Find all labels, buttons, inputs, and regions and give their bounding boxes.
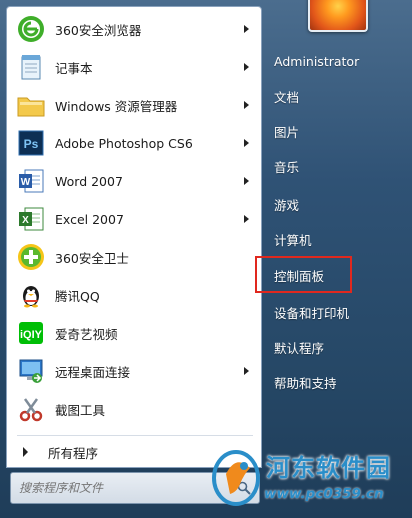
all-programs-label: 所有程序: [48, 445, 99, 461]
photoshop-icon: Ps: [15, 127, 47, 159]
submenu-arrow-icon[interactable]: [244, 367, 249, 375]
right-item-label: 计算机: [274, 232, 312, 248]
program-item-word[interactable]: W Word 2007: [9, 163, 259, 199]
submenu-arrow-icon[interactable]: [244, 101, 249, 109]
program-item-360-safe[interactable]: 360安全卫士: [9, 239, 259, 275]
programs-panel: 360安全浏览器 记事本 Windows 资源管理器 Ps Adobe Phot…: [6, 6, 262, 468]
submenu-arrow-icon[interactable]: [244, 25, 249, 33]
right-item-help-support[interactable]: 帮助和支持: [266, 368, 406, 396]
right-item-label: 游戏: [274, 197, 300, 213]
360-browser-icon: [15, 13, 47, 45]
right-item-label: 帮助和支持: [274, 375, 337, 391]
svg-text:iQIY: iQIY: [20, 329, 43, 341]
right-item-label: 图片: [274, 124, 300, 140]
svg-text:Ps: Ps: [24, 137, 39, 151]
remote-desktop-icon: [15, 355, 47, 387]
right-item-computer[interactable]: 计算机: [266, 225, 406, 253]
search-input[interactable]: [17, 478, 221, 498]
watermark: 河东软件园 www.pc0359.cn: [208, 440, 412, 518]
right-item-games[interactable]: 游戏: [266, 190, 406, 218]
right-item-label: 文档: [274, 89, 300, 105]
right-item-label: 设备和打印机: [274, 305, 350, 321]
submenu-arrow-icon[interactable]: [244, 139, 249, 147]
svg-text:W: W: [21, 177, 31, 188]
right-item-label: 音乐: [274, 159, 300, 175]
word-icon: W: [15, 165, 47, 197]
program-label: 爱奇艺视频: [55, 326, 118, 342]
explorer-folder-icon: [15, 89, 47, 121]
right-item-default-programs[interactable]: 默认程序: [266, 333, 406, 361]
scissors-icon: [15, 393, 47, 425]
program-label: 360安全浏览器: [55, 22, 142, 38]
program-item-remote-desktop[interactable]: 远程桌面连接: [9, 353, 259, 389]
right-item-devices-printers[interactable]: 设备和打印机: [266, 298, 406, 326]
user-avatar[interactable]: [308, 0, 368, 32]
program-label: 记事本: [55, 60, 93, 76]
submenu-arrow-icon[interactable]: [244, 63, 249, 71]
submenu-arrow-icon[interactable]: [244, 215, 249, 223]
program-item-explorer[interactable]: Windows 资源管理器: [9, 87, 259, 123]
program-item-360-browser[interactable]: 360安全浏览器: [9, 11, 259, 47]
iqiyi-icon: iQIY: [15, 317, 47, 349]
right-item-administrator[interactable]: Administrator: [266, 47, 406, 75]
right-item-pictures[interactable]: 图片: [266, 117, 406, 145]
program-label: 截图工具: [55, 402, 106, 418]
excel-icon: X: [15, 203, 47, 235]
program-item-excel[interactable]: X Excel 2007: [9, 201, 259, 237]
program-label: Adobe Photoshop CS6: [55, 135, 193, 151]
program-item-snipping-tool[interactable]: 截图工具: [9, 391, 259, 427]
right-item-label: 默认程序: [274, 340, 325, 356]
watermark-logo-icon: [212, 450, 260, 506]
qq-penguin-icon: [15, 279, 47, 311]
program-item-photoshop[interactable]: Ps Adobe Photoshop CS6: [9, 125, 259, 161]
program-label: 腾讯QQ: [55, 288, 100, 304]
watermark-url: www.pc0359.cn: [264, 486, 384, 502]
expand-arrow-icon: [23, 447, 28, 457]
360-safe-icon: [15, 241, 47, 273]
program-label: 远程桌面连接: [55, 364, 131, 380]
program-label: Windows 资源管理器: [55, 98, 178, 114]
program-item-iqiyi[interactable]: iQIY 爱奇艺视频: [9, 315, 259, 351]
svg-text:X: X: [22, 215, 29, 226]
start-menu: 360安全浏览器 记事本 Windows 资源管理器 Ps Adobe Phot…: [0, 0, 412, 518]
program-item-qq[interactable]: 腾讯QQ: [9, 277, 259, 313]
right-item-label: Administrator: [274, 53, 360, 69]
program-label: 360安全卫士: [55, 250, 129, 266]
menu-separator: [17, 435, 253, 436]
right-item-music[interactable]: 音乐: [266, 152, 406, 180]
watermark-title: 河东软件园: [266, 454, 391, 482]
program-label: Excel 2007: [55, 211, 124, 227]
right-item-documents[interactable]: 文档: [266, 82, 406, 110]
program-item-notepad[interactable]: 记事本: [9, 49, 259, 85]
submenu-arrow-icon[interactable]: [244, 177, 249, 185]
notepad-icon: [15, 51, 47, 83]
program-label: Word 2007: [55, 173, 123, 189]
highlight-box: [255, 256, 352, 293]
